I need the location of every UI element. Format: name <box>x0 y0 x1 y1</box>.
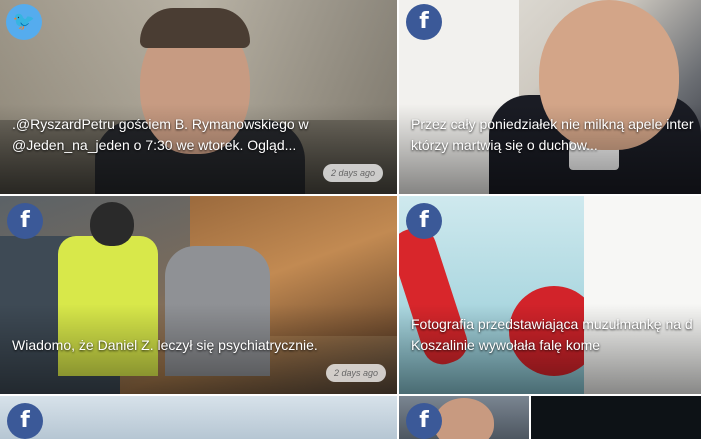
timestamp-badge: 2 days ago <box>326 364 387 382</box>
feed-tile-4[interactable]: f Fotografia przedstawiająca muzułmankę … <box>399 196 701 394</box>
person-hair <box>140 8 250 48</box>
feed-tile-5[interactable]: f <box>0 396 397 439</box>
feed-tile-3[interactable]: f Wiadomo, że Daniel Z. leczył się psych… <box>0 196 397 394</box>
person-face <box>434 398 494 439</box>
feed-tile-6[interactable]: f <box>399 396 529 439</box>
tile-caption: Przez cały poniedziałek nie milkną apele… <box>411 116 694 153</box>
timestamp-badge: 2 days ago <box>323 164 384 182</box>
tile-caption: Fotografia przedstawiająca muzułmankę na… <box>411 316 693 353</box>
facebook-icon[interactable]: f <box>7 403 43 439</box>
tile-caption: Wiadomo, że Daniel Z. leczył się psychia… <box>12 337 318 353</box>
twitter-icon[interactable]: 🐦 <box>6 4 42 40</box>
facebook-icon[interactable]: f <box>406 203 442 239</box>
officer-helmet <box>90 202 134 246</box>
facebook-icon[interactable]: f <box>406 403 442 439</box>
feed-tile-7[interactable] <box>531 396 701 439</box>
feed-tile-1[interactable]: 🐦 .@RyszardPetru gościem B. Rymanowskieg… <box>0 0 397 194</box>
facebook-icon[interactable]: f <box>406 4 442 40</box>
facebook-icon[interactable]: f <box>7 203 43 239</box>
feed-tile-2[interactable]: f Przez cały poniedziałek nie milkną ape… <box>399 0 701 194</box>
tile-caption: .@RyszardPetru gościem B. Rymanowskiego … <box>12 116 309 153</box>
